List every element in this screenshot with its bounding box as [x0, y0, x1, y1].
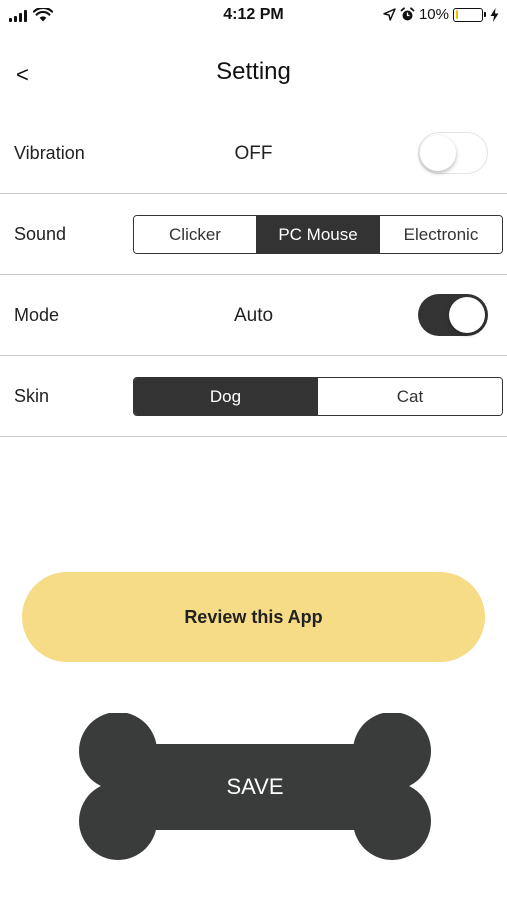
skin-option-cat[interactable]: Cat: [318, 378, 502, 415]
sound-option-electronic[interactable]: Electronic: [380, 216, 502, 253]
vibration-toggle[interactable]: [418, 132, 488, 174]
mode-row: Mode Auto: [0, 275, 507, 356]
vibration-row: Vibration OFF: [0, 112, 507, 194]
review-app-button[interactable]: Review this App: [22, 572, 485, 662]
skin-label: Skin: [14, 386, 50, 406]
skin-row: Skin Dog Cat: [0, 356, 507, 437]
charging-bolt-icon: [490, 7, 499, 22]
save-button-label: SAVE: [226, 774, 284, 799]
sound-option-clicker[interactable]: Clicker: [134, 216, 257, 253]
sound-label: Sound: [14, 224, 67, 244]
status-right: 10%: [383, 6, 499, 23]
sound-row: Sound Clicker PC Mouse Electronic: [0, 194, 507, 275]
toggle-knob: [449, 297, 485, 333]
battery-level-fill: [455, 10, 458, 19]
skin-segmented-control: Dog Cat: [133, 377, 503, 416]
battery-icon: [453, 7, 486, 22]
alarm-clock-icon: [400, 7, 415, 21]
status-bar: 4:12 PM 10%: [0, 0, 507, 30]
mode-toggle[interactable]: [418, 294, 488, 336]
sound-option-pc-mouse[interactable]: PC Mouse: [257, 216, 380, 253]
toggle-knob: [420, 135, 456, 171]
battery-percent: 10%: [418, 6, 449, 23]
save-button[interactable]: SAVE: [78, 713, 432, 860]
page-title: Setting: [216, 58, 291, 85]
skin-option-dog[interactable]: Dog: [134, 378, 318, 415]
location-arrow-icon: [383, 8, 396, 21]
sound-segmented-control: Clicker PC Mouse Electronic: [133, 215, 503, 254]
nav-bar: < Setting: [0, 40, 507, 110]
